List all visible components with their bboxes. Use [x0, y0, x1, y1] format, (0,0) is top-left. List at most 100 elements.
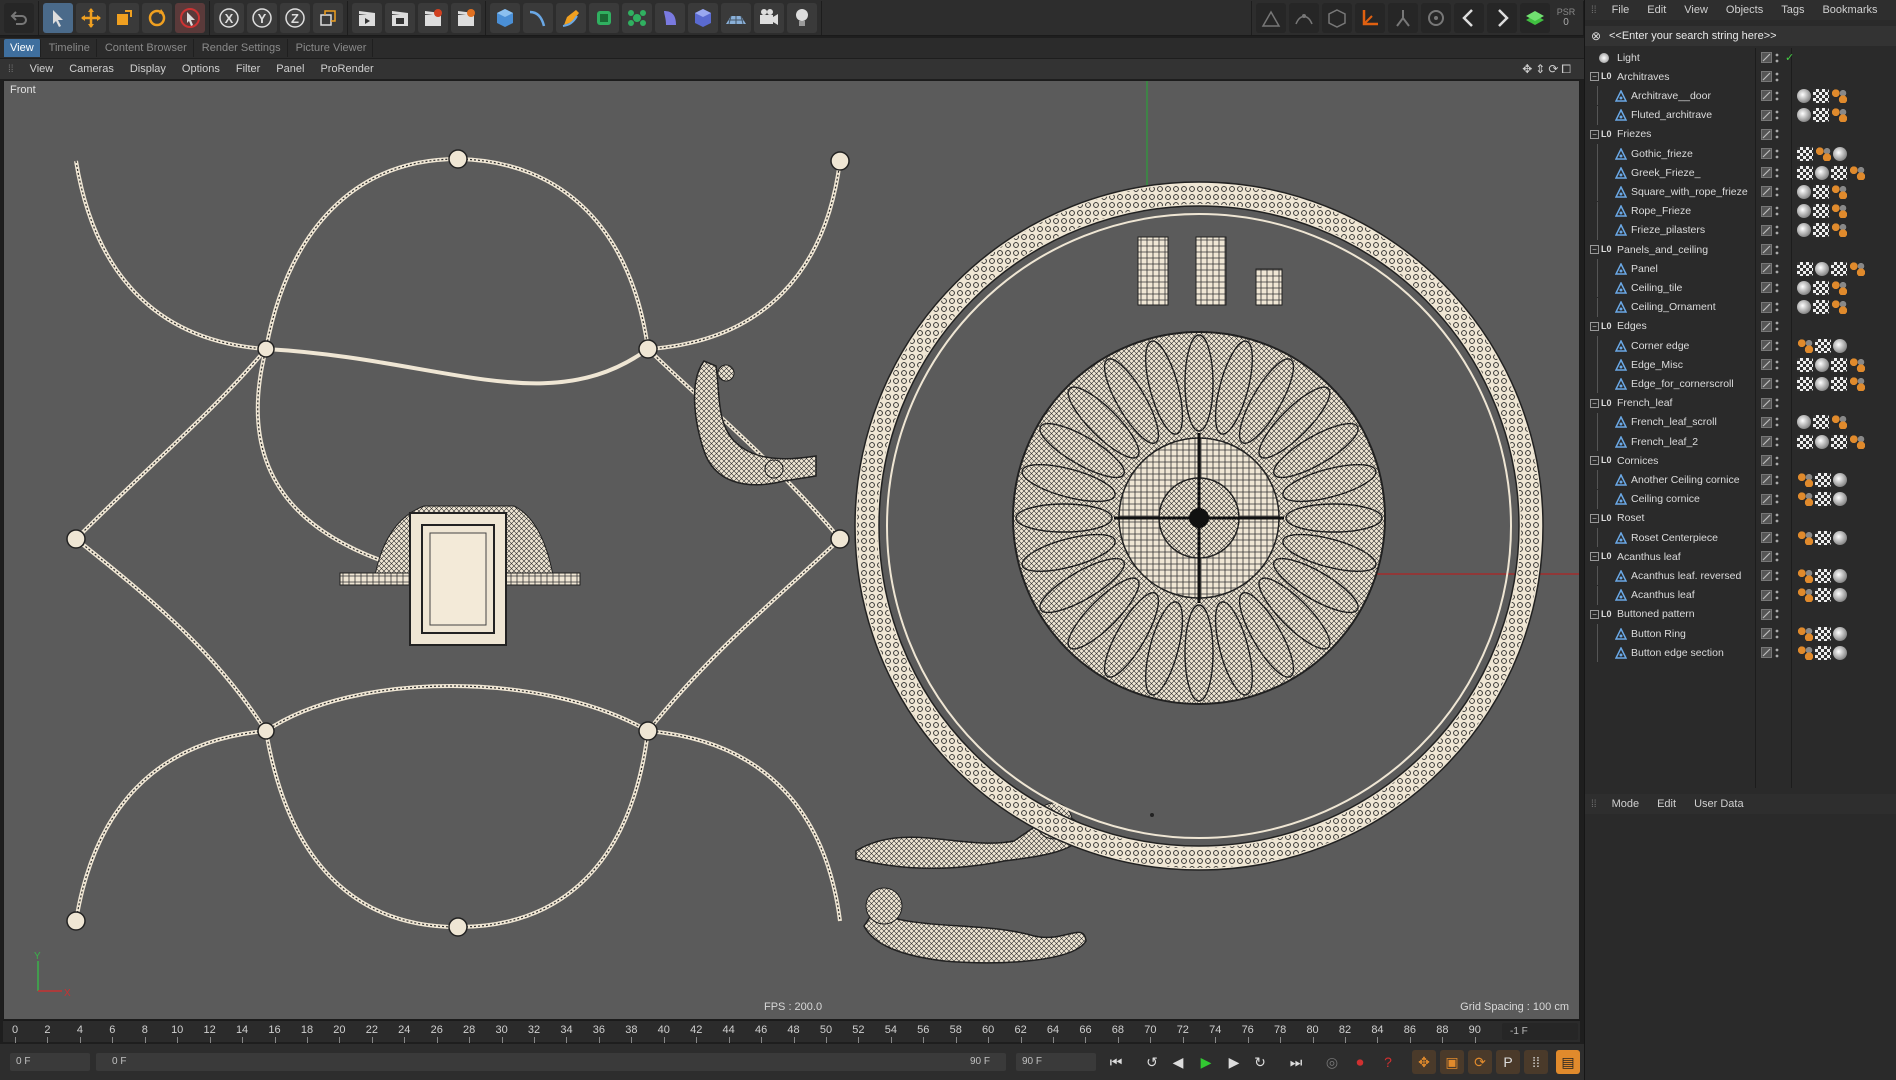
attr-menu-mode[interactable]: Mode [1603, 798, 1649, 810]
object-row[interactable]: Greek_Frieze_ [1585, 163, 1896, 183]
prev-frame-icon[interactable]: ◀ [1166, 1050, 1190, 1074]
key-rotate-icon[interactable]: ⟳ [1468, 1050, 1492, 1074]
visibility-dots-icon[interactable] [1775, 148, 1779, 160]
texture-tag-icon[interactable] [1813, 280, 1829, 295]
enabled-check-icon[interactable]: ✓ [1785, 51, 1794, 64]
visibility-dots-icon[interactable] [1775, 167, 1779, 179]
viewport-camera-label[interactable]: Front [10, 84, 36, 96]
tab-view[interactable]: View [4, 39, 41, 57]
material-tag-icon[interactable] [1833, 645, 1847, 660]
visibility-dots-icon[interactable] [1775, 340, 1779, 352]
bones-icon[interactable] [1388, 2, 1418, 33]
object-name[interactable]: Roset Centerpiece [1631, 532, 1718, 544]
spline-icon[interactable] [523, 2, 553, 33]
visibility-dots-icon[interactable] [1775, 436, 1779, 448]
object-row[interactable]: Ceiling cornice [1585, 489, 1896, 509]
texture-tag-icon[interactable] [1831, 165, 1847, 180]
range-slider[interactable]: 0 F 90 F [96, 1053, 1006, 1071]
z-axis-icon[interactable]: Z [280, 2, 310, 33]
layer-toggle-icon[interactable] [1761, 263, 1772, 275]
object-name[interactable]: Panels_and_ceiling [1617, 244, 1708, 256]
layer-toggle-icon[interactable] [1761, 512, 1772, 524]
texture-tag-icon[interactable] [1813, 300, 1829, 315]
visibility-dots-icon[interactable] [1775, 71, 1779, 83]
x-axis-icon[interactable]: X [214, 2, 244, 33]
phong-tag-icon[interactable] [1797, 588, 1813, 603]
object-name[interactable]: Greek_Frieze_ [1631, 167, 1700, 179]
object-row[interactable]: − L0 Edges [1585, 317, 1896, 336]
texture-tag-icon[interactable] [1831, 261, 1847, 276]
phong-tag-icon[interactable] [1849, 376, 1865, 391]
layer-toggle-icon[interactable] [1761, 109, 1772, 121]
layer-toggle-icon[interactable] [1761, 301, 1772, 313]
object-name[interactable]: Square_with_rope_frieze [1631, 186, 1748, 198]
layer-toggle-icon[interactable] [1761, 532, 1772, 543]
key-param-icon[interactable]: P [1496, 1050, 1520, 1074]
expand-toggle-icon[interactable]: − [1590, 609, 1599, 619]
render-active-icon[interactable] [451, 2, 481, 33]
menu-options[interactable]: Options [182, 63, 220, 75]
frame-end-field[interactable]: -1 F [1502, 1023, 1578, 1040]
visibility-dots-icon[interactable] [1775, 570, 1779, 582]
layer-toggle-icon[interactable] [1761, 551, 1772, 563]
pen-icon[interactable] [556, 2, 586, 33]
object-row[interactable]: Acanthus leaf. reversed [1585, 566, 1896, 586]
deformer-icon[interactable] [655, 2, 685, 33]
object-name[interactable]: Edge_for_cornerscroll [1631, 378, 1734, 390]
texture-tag-icon[interactable] [1797, 261, 1813, 276]
layer-toggle-icon[interactable] [1761, 436, 1772, 447]
object-name[interactable]: Frieze_pilasters [1631, 224, 1705, 236]
phong-tag-icon[interactable] [1797, 626, 1813, 641]
phong-tag-icon[interactable] [1831, 300, 1847, 315]
material-tag-icon[interactable] [1833, 588, 1847, 603]
record-icon[interactable]: ⏺ [1348, 1050, 1372, 1074]
layer-toggle-icon[interactable] [1761, 378, 1772, 390]
material-tag-icon[interactable] [1833, 472, 1847, 487]
scene-icon[interactable] [688, 2, 718, 33]
material-tag-icon[interactable] [1815, 357, 1829, 372]
prev-key-icon[interactable]: ↺ [1140, 1050, 1164, 1074]
object-name[interactable]: Corner edge [1631, 340, 1689, 352]
object-name[interactable]: Another Ceiling cornice [1631, 474, 1740, 486]
phong-tag-icon[interactable] [1849, 261, 1865, 276]
material-tag-icon[interactable] [1833, 568, 1847, 583]
visibility-dots-icon[interactable] [1775, 109, 1779, 121]
visibility-dots-icon[interactable] [1775, 186, 1779, 198]
visibility-dots-icon[interactable] [1775, 647, 1779, 659]
visibility-dots-icon[interactable] [1775, 282, 1779, 294]
undo-icon[interactable] [4, 2, 34, 33]
object-name[interactable]: French_leaf_2 [1631, 436, 1698, 448]
psr-indicator[interactable]: PSR 0 [1553, 3, 1579, 33]
phong-tag-icon[interactable] [1797, 530, 1813, 545]
layer-toggle-icon[interactable] [1761, 589, 1772, 601]
texture-tag-icon[interactable] [1813, 415, 1829, 430]
axis-mode-icon[interactable] [1355, 2, 1385, 33]
attr-menu-user-data[interactable]: User Data [1685, 798, 1753, 810]
texture-tag-icon[interactable] [1813, 88, 1829, 103]
material-tag-icon[interactable] [1797, 415, 1811, 430]
texture-tag-icon[interactable] [1797, 165, 1813, 180]
object-row[interactable]: − L0 Buttoned pattern [1585, 605, 1896, 624]
object-row[interactable]: Architrave__door [1585, 86, 1896, 106]
material-tag-icon[interactable] [1833, 530, 1847, 545]
ruler-ticks[interactable]: 0 2 4 6 8 10 12 14 16 18 20 22 24 26 28 30 32 34 36 38 40 42 4… [11, 1021, 1501, 1043]
play-icon[interactable]: ▶ [1194, 1050, 1218, 1074]
phong-tag-icon[interactable] [1831, 88, 1847, 103]
layer-toggle-icon[interactable] [1761, 340, 1772, 351]
object-name[interactable]: Fluted_architrave [1631, 109, 1712, 121]
key-move-icon[interactable]: ✥ [1412, 1050, 1436, 1074]
go-to-start-icon[interactable]: ⏮ [1104, 1050, 1128, 1074]
object-name[interactable]: Ceiling cornice [1631, 493, 1700, 505]
material-tag-icon[interactable] [1815, 376, 1829, 391]
visibility-dots-icon[interactable] [1775, 224, 1779, 236]
menu-cameras[interactable]: Cameras [69, 63, 114, 75]
viewport-nav-icon[interactable]: ✥⇕⟳⧠ [1522, 62, 1574, 77]
expand-toggle-icon[interactable]: − [1590, 129, 1599, 139]
scale-icon[interactable] [109, 2, 139, 33]
object-name[interactable]: Rope_Frieze [1631, 205, 1691, 217]
key-mode-icon[interactable]: ◎ [1320, 1050, 1344, 1074]
menu-prorender[interactable]: ProRender [320, 63, 373, 75]
texture-tag-icon[interactable] [1831, 357, 1847, 372]
expand-toggle-icon[interactable]: − [1590, 398, 1599, 408]
object-name[interactable]: Ceiling_Ornament [1631, 301, 1716, 313]
